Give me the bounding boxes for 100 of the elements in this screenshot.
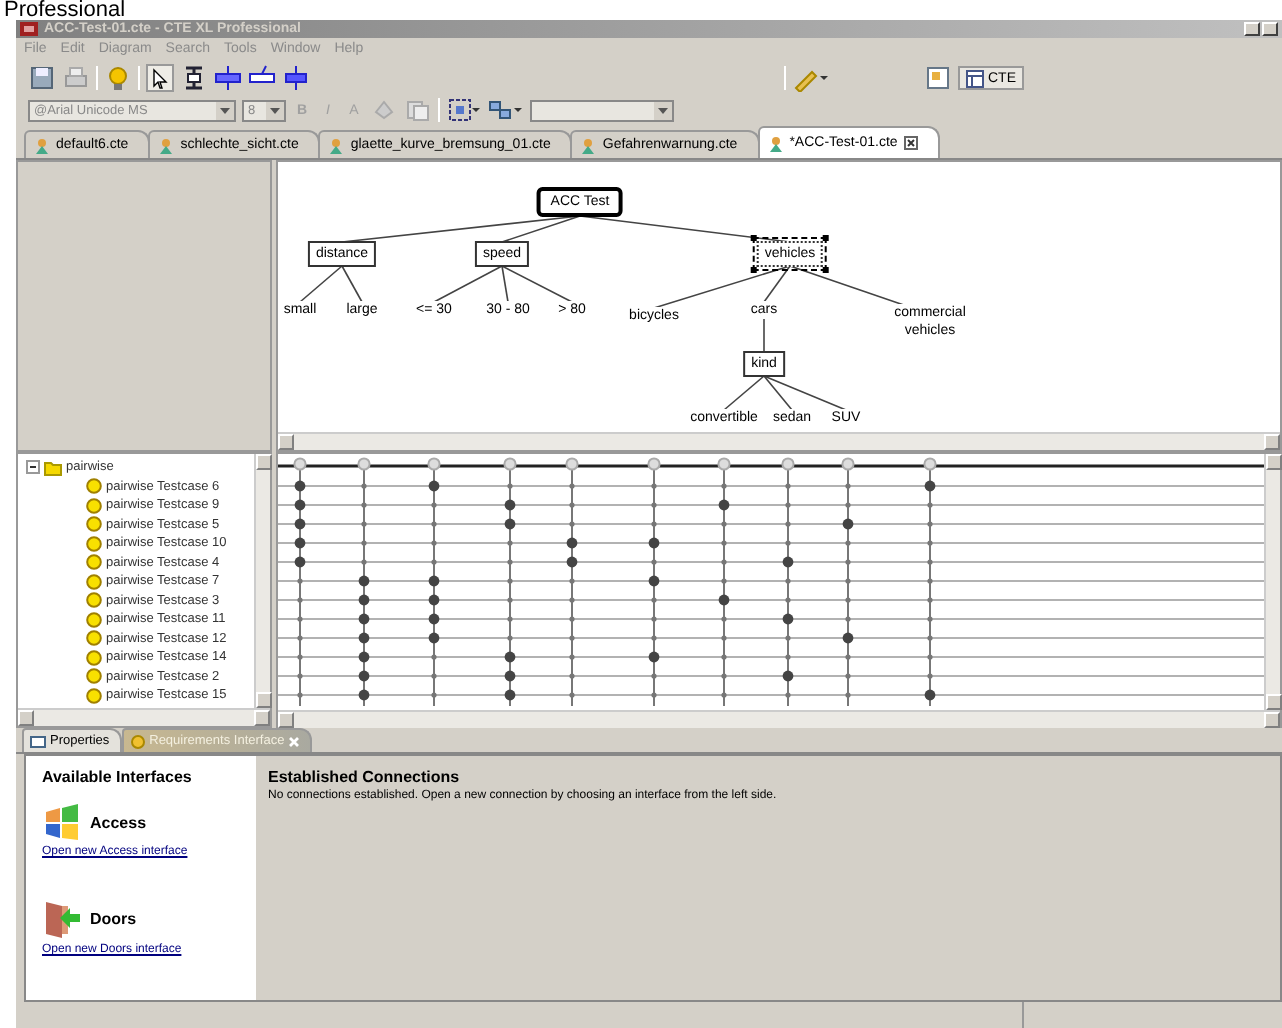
horizontal-scrollbar[interactable] <box>278 432 1280 450</box>
grid-crossing[interactable] <box>651 483 657 489</box>
collapse-icon[interactable] <box>26 460 40 475</box>
grid-crossing[interactable] <box>721 483 727 489</box>
test-step-dot[interactable] <box>428 594 440 606</box>
horizontal-scrollbar[interactable] <box>278 710 1280 728</box>
test-step-dot[interactable] <box>504 651 516 663</box>
grid-crossing[interactable] <box>297 597 303 603</box>
test-step-dot[interactable] <box>358 575 370 587</box>
grid-crossing[interactable] <box>845 654 851 660</box>
grid-crossing[interactable] <box>927 673 933 679</box>
test-step-dot[interactable] <box>358 613 370 625</box>
test-step-dot[interactable] <box>358 670 370 682</box>
horizontal-scrollbar[interactable] <box>18 708 270 726</box>
grid-crossing[interactable] <box>721 692 727 698</box>
dropdown-arrow-icon[interactable] <box>266 101 284 119</box>
test-step-dot[interactable] <box>504 499 516 511</box>
grid-crossing[interactable] <box>507 635 513 641</box>
column-handle[interactable] <box>841 457 855 471</box>
grid-crossing[interactable] <box>507 578 513 584</box>
column-handle[interactable] <box>357 457 371 471</box>
grid-crossing[interactable] <box>431 673 437 679</box>
test-step-dot[interactable] <box>428 575 440 587</box>
save-icon[interactable] <box>28 64 56 92</box>
grid-crossing[interactable] <box>569 635 575 641</box>
grid-crossing[interactable] <box>431 559 437 565</box>
test-step-dot[interactable] <box>294 537 306 549</box>
grid-crossing[interactable] <box>361 483 367 489</box>
test-step-dot[interactable] <box>358 594 370 606</box>
print-icon[interactable] <box>62 64 90 92</box>
test-step-dot[interactable] <box>648 651 660 663</box>
grid-crossing[interactable] <box>927 597 933 603</box>
grid-crossing[interactable] <box>651 692 657 698</box>
up-scroll-button[interactable] <box>256 454 272 470</box>
grid-crossing[interactable] <box>845 540 851 546</box>
grid-crossing[interactable] <box>785 521 791 527</box>
vertical-scrollbar[interactable] <box>254 454 270 708</box>
tree-root-icon[interactable] <box>180 64 208 92</box>
test-step-dot[interactable] <box>504 518 516 530</box>
test-step-dot[interactable] <box>842 518 854 530</box>
grid-crossing[interactable] <box>721 654 727 660</box>
composition-icon[interactable] <box>282 64 310 92</box>
grid-crossing[interactable] <box>927 521 933 527</box>
test-step-dot[interactable] <box>428 480 440 492</box>
right-scroll-button[interactable] <box>1264 434 1280 450</box>
test-step-dot[interactable] <box>782 670 794 682</box>
grid-crossing[interactable] <box>651 559 657 565</box>
grid-crossing[interactable] <box>651 597 657 603</box>
test-step-dot[interactable] <box>428 632 440 644</box>
grid-crossing[interactable] <box>297 635 303 641</box>
grid-crossing[interactable] <box>361 502 367 508</box>
grid-crossing[interactable] <box>651 616 657 622</box>
test-step-dot[interactable] <box>358 689 370 701</box>
column-handle[interactable] <box>565 457 579 471</box>
open-perspective-icon[interactable] <box>924 64 952 92</box>
grid-crossing[interactable] <box>721 559 727 565</box>
grid-crossing[interactable] <box>785 692 791 698</box>
grid-crossing[interactable] <box>721 616 727 622</box>
grid-crossing[interactable] <box>927 578 933 584</box>
grid-crossing[interactable] <box>845 616 851 622</box>
test-step-dot[interactable] <box>358 632 370 644</box>
grid-crossing[interactable] <box>927 540 933 546</box>
test-step-dot[interactable] <box>718 594 730 606</box>
grid-crossing[interactable] <box>297 616 303 622</box>
test-step-dot[interactable] <box>294 499 306 511</box>
grid-crossing[interactable] <box>507 559 513 565</box>
dropdown-arrow-icon[interactable] <box>216 101 234 119</box>
grid-crossing[interactable] <box>845 559 851 565</box>
test-step-dot[interactable] <box>718 499 730 511</box>
vertical-scrollbar[interactable] <box>1264 454 1280 710</box>
down-scroll-button[interactable] <box>256 692 272 708</box>
grid-crossing[interactable] <box>507 483 513 489</box>
grid-crossing[interactable] <box>361 540 367 546</box>
grid-crossing[interactable] <box>569 616 575 622</box>
grid-crossing[interactable] <box>845 692 851 698</box>
grid-crossing[interactable] <box>569 578 575 584</box>
test-step-dot[interactable] <box>842 632 854 644</box>
grid-crossing[interactable] <box>927 654 933 660</box>
grid-crossing[interactable] <box>785 540 791 546</box>
grid-crossing[interactable] <box>785 635 791 641</box>
grid-crossing[interactable] <box>845 502 851 508</box>
pointer-icon[interactable] <box>146 64 174 92</box>
grid-crossing[interactable] <box>569 692 575 698</box>
grid-crossing[interactable] <box>507 540 513 546</box>
grid-crossing[interactable] <box>361 521 367 527</box>
test-step-dot[interactable] <box>294 480 306 492</box>
grid-crossing[interactable] <box>721 540 727 546</box>
grid-crossing[interactable] <box>927 616 933 622</box>
up-scroll-button[interactable] <box>1266 454 1282 470</box>
grid-crossing[interactable] <box>431 692 437 698</box>
grid-crossing[interactable] <box>651 673 657 679</box>
grid-crossing[interactable] <box>569 654 575 660</box>
left-scroll-button[interactable] <box>18 710 34 726</box>
classification-icon[interactable] <box>214 64 242 92</box>
test-step-dot[interactable] <box>566 556 578 568</box>
grid-crossing[interactable] <box>721 521 727 527</box>
column-handle[interactable] <box>781 457 795 471</box>
close-icon[interactable] <box>903 136 918 150</box>
grid-crossing[interactable] <box>361 559 367 565</box>
grid-crossing[interactable] <box>507 597 513 603</box>
